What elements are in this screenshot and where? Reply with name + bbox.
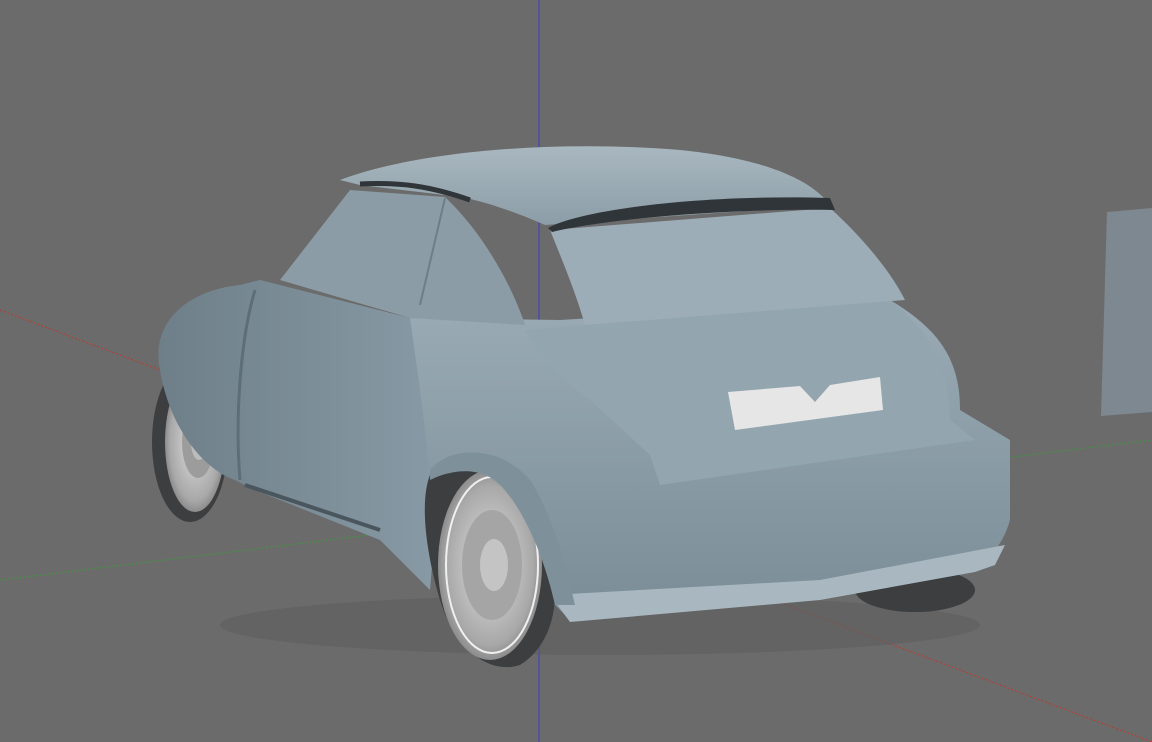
scene-canvas[interactable] bbox=[0, 0, 1152, 742]
backdrop-panel bbox=[1101, 208, 1152, 416]
car-model[interactable] bbox=[152, 146, 1010, 668]
3d-viewport[interactable] bbox=[0, 0, 1152, 742]
